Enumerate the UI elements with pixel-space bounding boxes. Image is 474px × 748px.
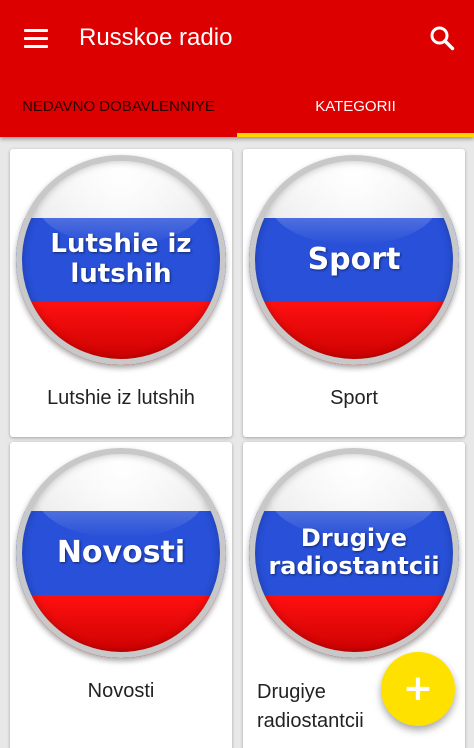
- category-label: Lutshie iz lutshih: [47, 387, 195, 409]
- tab-indicator: [237, 133, 474, 137]
- menu-line: [24, 36, 48, 40]
- flag-badge-image: Lutshie iz lutshih: [16, 155, 226, 365]
- menu-line: [24, 28, 48, 32]
- category-card-sport[interactable]: Sport Sport: [243, 149, 465, 437]
- hamburger-menu-icon[interactable]: [14, 16, 58, 60]
- search-icon[interactable]: [420, 16, 464, 60]
- tab-label: KATEGORII: [315, 98, 396, 115]
- app-title: Russkoe radio: [79, 24, 233, 51]
- app-bar: Russkoe radio NEDAVNO DOBAVLENNIYE KATEG…: [0, 0, 474, 137]
- category-card-lutshie[interactable]: Lutshie iz lutshih Lutshie iz lutshih: [10, 149, 232, 437]
- category-label: Sport: [330, 387, 378, 409]
- plus-icon: +: [402, 668, 434, 709]
- tab-bar: NEDAVNO DOBAVLENNIYE KATEGORII: [0, 76, 474, 137]
- menu-line: [24, 44, 48, 48]
- tab-kategorii[interactable]: KATEGORII: [237, 76, 474, 137]
- category-card-novosti[interactable]: Novosti Novosti: [10, 442, 232, 748]
- category-label: Novosti: [87, 680, 155, 702]
- flag-badge-image: Drugiye radiostantcii: [249, 448, 459, 658]
- add-fab-button[interactable]: +: [381, 652, 455, 726]
- toolbar: Russkoe radio: [0, 0, 474, 76]
- flag-badge-image: Novosti: [16, 448, 226, 658]
- tab-label: NEDAVNO DOBAVLENNIYE: [22, 98, 215, 115]
- tab-nedavno-dobavlenniye[interactable]: NEDAVNO DOBAVLENNIYE: [0, 76, 237, 137]
- flag-badge-image: Sport: [249, 155, 459, 365]
